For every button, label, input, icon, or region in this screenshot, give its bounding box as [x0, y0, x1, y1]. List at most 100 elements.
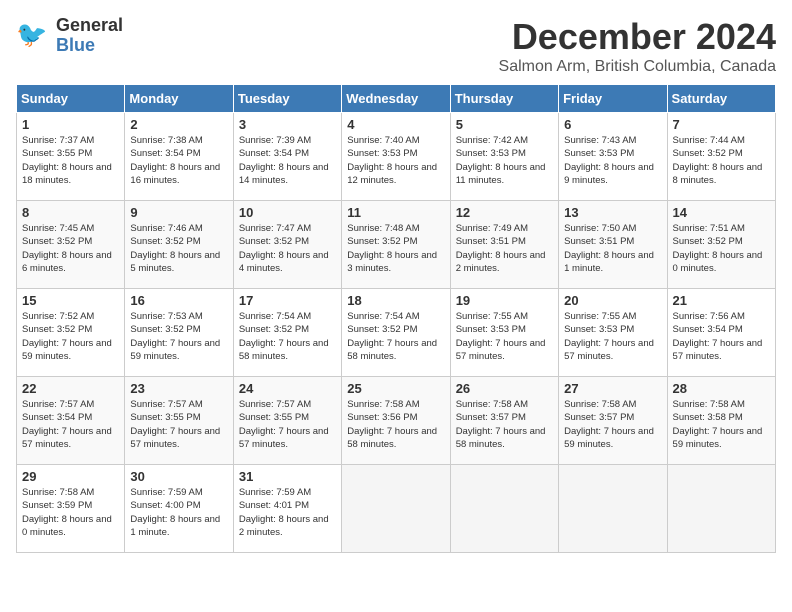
calendar-day-cell: 5Sunrise: 7:42 AMSunset: 3:53 PMDaylight…	[450, 113, 558, 201]
calendar-day-cell: 1 Sunrise: 7:37 AMSunset: 3:55 PMDaylight…	[17, 113, 125, 201]
weekday-header-row: SundayMondayTuesdayWednesdayThursdayFrid…	[17, 85, 776, 113]
calendar-day-cell: 23 Sunrise: 7:57 AMSunset: 3:55 PMDayligh…	[125, 377, 233, 465]
logo-bird-icon: 🐦	[16, 18, 52, 54]
calendar-day-cell: 10 Sunrise: 7:47 AMSunset: 3:52 PMDayligh…	[233, 201, 341, 289]
calendar-week-row: 29Sunrise: 7:58 AMSunset: 3:59 PMDayligh…	[17, 465, 776, 553]
calendar-day-cell: 29Sunrise: 7:58 AMSunset: 3:59 PMDayligh…	[17, 465, 125, 553]
day-number: 26	[456, 381, 553, 396]
day-info: Sunrise: 7:40 AMSunset: 3:53 PMDaylight:…	[347, 134, 444, 187]
day-number: 24	[239, 381, 336, 396]
day-number: 31	[239, 469, 336, 484]
day-info: Sunrise: 7:39 AMSunset: 3:54 PMDaylight:…	[239, 134, 336, 187]
calendar-day-cell: 8 Sunrise: 7:45 AMSunset: 3:52 PMDaylight…	[17, 201, 125, 289]
day-info: Sunrise: 7:57 AMSunset: 3:54 PMDaylight:…	[22, 398, 119, 451]
day-number: 9	[130, 205, 227, 220]
calendar-day-cell: 27Sunrise: 7:58 AMSunset: 3:57 PMDayligh…	[559, 377, 667, 465]
calendar-body: 1 Sunrise: 7:37 AMSunset: 3:55 PMDaylight…	[17, 113, 776, 553]
calendar-day-cell: 17 Sunrise: 7:54 AMSunset: 3:52 PMDayligh…	[233, 289, 341, 377]
weekday-header-friday: Friday	[559, 85, 667, 113]
svg-text:🐦: 🐦	[16, 21, 47, 49]
calendar-day-cell: 9 Sunrise: 7:46 AMSunset: 3:52 PMDaylight…	[125, 201, 233, 289]
calendar-day-cell: 6 Sunrise: 7:43 AMSunset: 3:53 PMDaylight…	[559, 113, 667, 201]
day-number: 13	[564, 205, 661, 220]
day-info: Sunrise: 7:52 AMSunset: 3:52 PMDaylight:…	[22, 310, 119, 363]
day-info: Sunrise: 7:43 AMSunset: 3:53 PMDaylight:…	[564, 134, 661, 187]
day-number: 3	[239, 117, 336, 132]
day-number: 23	[130, 381, 227, 396]
day-info: Sunrise: 7:54 AMSunset: 3:52 PMDaylight:…	[347, 310, 444, 363]
page-header: 🐦 General Blue December 2024 Salmon Arm,…	[16, 16, 776, 76]
day-info: Sunrise: 7:57 AMSunset: 3:55 PMDaylight:…	[130, 398, 227, 451]
calendar-day-cell: 31Sunrise: 7:59 AMSunset: 4:01 PMDayligh…	[233, 465, 341, 553]
day-info: Sunrise: 7:58 AMSunset: 3:59 PMDaylight:…	[22, 486, 119, 539]
day-number: 8	[22, 205, 119, 220]
logo-text: General Blue	[56, 16, 123, 56]
day-number: 11	[347, 205, 444, 220]
calendar-day-cell	[667, 465, 775, 553]
calendar-day-cell: 21Sunrise: 7:56 AMSunset: 3:54 PMDayligh…	[667, 289, 775, 377]
day-number: 17	[239, 293, 336, 308]
day-info: Sunrise: 7:59 AMSunset: 4:00 PMDaylight:…	[130, 486, 227, 539]
calendar-day-cell	[450, 465, 558, 553]
calendar-week-row: 22 Sunrise: 7:57 AMSunset: 3:54 PMDayligh…	[17, 377, 776, 465]
day-number: 7	[673, 117, 770, 132]
logo: 🐦 General Blue	[16, 16, 123, 56]
calendar-day-cell: 13 Sunrise: 7:50 AMSunset: 3:51 PMDayligh…	[559, 201, 667, 289]
day-number: 1	[22, 117, 119, 132]
day-number: 14	[673, 205, 770, 220]
day-number: 22	[22, 381, 119, 396]
day-info: Sunrise: 7:44 AMSunset: 3:52 PMDaylight:…	[673, 134, 770, 187]
calendar-day-cell: 2 Sunrise: 7:38 AMSunset: 3:54 PMDaylight…	[125, 113, 233, 201]
calendar-day-cell: 7 Sunrise: 7:44 AMSunset: 3:52 PMDaylight…	[667, 113, 775, 201]
weekday-header-tuesday: Tuesday	[233, 85, 341, 113]
calendar-day-cell: 12Sunrise: 7:49 AMSunset: 3:51 PMDayligh…	[450, 201, 558, 289]
day-info: Sunrise: 7:37 AMSunset: 3:55 PMDaylight:…	[22, 134, 119, 187]
day-number: 18	[347, 293, 444, 308]
calendar-day-cell: 16Sunrise: 7:53 AMSunset: 3:52 PMDayligh…	[125, 289, 233, 377]
day-number: 4	[347, 117, 444, 132]
day-number: 28	[673, 381, 770, 396]
calendar-header: SundayMondayTuesdayWednesdayThursdayFrid…	[17, 85, 776, 113]
calendar-day-cell: 20Sunrise: 7:55 AMSunset: 3:53 PMDayligh…	[559, 289, 667, 377]
weekday-header-sunday: Sunday	[17, 85, 125, 113]
day-info: Sunrise: 7:54 AMSunset: 3:52 PMDaylight:…	[239, 310, 336, 363]
day-info: Sunrise: 7:55 AMSunset: 3:53 PMDaylight:…	[564, 310, 661, 363]
calendar-day-cell: 4 Sunrise: 7:40 AMSunset: 3:53 PMDaylight…	[342, 113, 450, 201]
day-info: Sunrise: 7:58 AMSunset: 3:57 PMDaylight:…	[564, 398, 661, 451]
calendar-week-row: 15 Sunrise: 7:52 AMSunset: 3:52 PMDayligh…	[17, 289, 776, 377]
day-info: Sunrise: 7:58 AMSunset: 3:57 PMDaylight:…	[456, 398, 553, 451]
day-info: Sunrise: 7:47 AMSunset: 3:52 PMDaylight:…	[239, 222, 336, 275]
weekday-header-wednesday: Wednesday	[342, 85, 450, 113]
calendar-day-cell: 26 Sunrise: 7:58 AMSunset: 3:57 PMDayligh…	[450, 377, 558, 465]
calendar-table: SundayMondayTuesdayWednesdayThursdayFrid…	[16, 84, 776, 553]
day-info: Sunrise: 7:49 AMSunset: 3:51 PMDaylight:…	[456, 222, 553, 275]
day-info: Sunrise: 7:48 AMSunset: 3:52 PMDaylight:…	[347, 222, 444, 275]
day-number: 15	[22, 293, 119, 308]
day-info: Sunrise: 7:57 AMSunset: 3:55 PMDaylight:…	[239, 398, 336, 451]
title-block: December 2024 Salmon Arm, British Columb…	[499, 16, 776, 76]
calendar-day-cell: 14Sunrise: 7:51 AMSunset: 3:52 PMDayligh…	[667, 201, 775, 289]
day-info: Sunrise: 7:42 AMSunset: 3:53 PMDaylight:…	[456, 134, 553, 187]
calendar-week-row: 1 Sunrise: 7:37 AMSunset: 3:55 PMDaylight…	[17, 113, 776, 201]
calendar-week-row: 8 Sunrise: 7:45 AMSunset: 3:52 PMDaylight…	[17, 201, 776, 289]
calendar-day-cell: 19Sunrise: 7:55 AMSunset: 3:53 PMDayligh…	[450, 289, 558, 377]
calendar-day-cell: 3 Sunrise: 7:39 AMSunset: 3:54 PMDaylight…	[233, 113, 341, 201]
weekday-header-monday: Monday	[125, 85, 233, 113]
month-title: December 2024	[499, 16, 776, 58]
calendar-day-cell: 22 Sunrise: 7:57 AMSunset: 3:54 PMDayligh…	[17, 377, 125, 465]
weekday-header-thursday: Thursday	[450, 85, 558, 113]
day-info: Sunrise: 7:58 AMSunset: 3:56 PMDaylight:…	[347, 398, 444, 451]
day-info: Sunrise: 7:46 AMSunset: 3:52 PMDaylight:…	[130, 222, 227, 275]
day-number: 10	[239, 205, 336, 220]
day-number: 6	[564, 117, 661, 132]
day-info: Sunrise: 7:53 AMSunset: 3:52 PMDaylight:…	[130, 310, 227, 363]
day-number: 2	[130, 117, 227, 132]
day-info: Sunrise: 7:50 AMSunset: 3:51 PMDaylight:…	[564, 222, 661, 275]
day-info: Sunrise: 7:38 AMSunset: 3:54 PMDaylight:…	[130, 134, 227, 187]
calendar-day-cell: 28Sunrise: 7:58 AMSunset: 3:58 PMDayligh…	[667, 377, 775, 465]
calendar-day-cell: 24 Sunrise: 7:57 AMSunset: 3:55 PMDayligh…	[233, 377, 341, 465]
calendar-day-cell: 18 Sunrise: 7:54 AMSunset: 3:52 PMDayligh…	[342, 289, 450, 377]
day-info: Sunrise: 7:45 AMSunset: 3:52 PMDaylight:…	[22, 222, 119, 275]
day-number: 30	[130, 469, 227, 484]
day-info: Sunrise: 7:55 AMSunset: 3:53 PMDaylight:…	[456, 310, 553, 363]
